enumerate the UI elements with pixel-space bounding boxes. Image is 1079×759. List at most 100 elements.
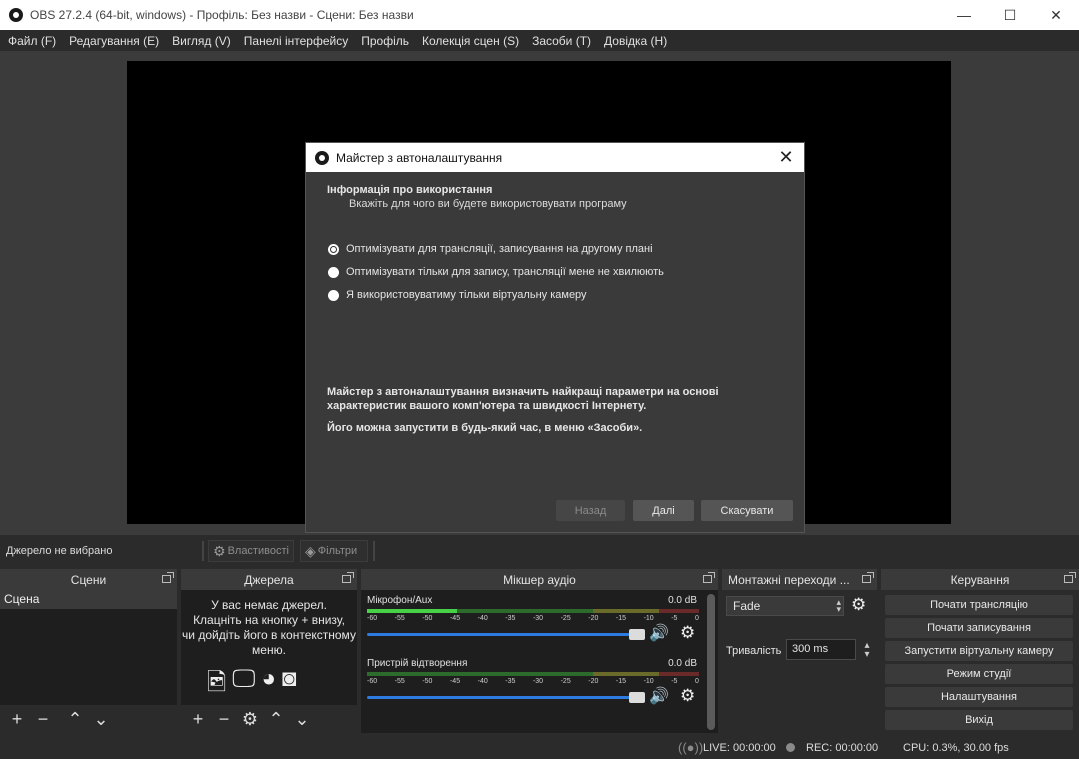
minimize-button[interactable]: —: [941, 0, 987, 30]
tick-label: -15: [615, 615, 627, 622]
meter-ticks: -60 -55 -50 -45 -40 -35 -30 -25 -20 -15 -10 -5 0: [367, 615, 699, 622]
studio-mode-button[interactable]: Режим студії: [885, 664, 1073, 684]
mixer-channel-desktop: Пристрій відтворення 0.0 dB -60 -55 -50 -45…: [365, 658, 701, 718]
obs-logo-icon: [9, 8, 23, 22]
duration-stepper-icon[interactable]: ▴ ▾: [859, 641, 875, 660]
close-button[interactable]: ✕: [1033, 0, 1079, 30]
transitions-body: Fade ▴ ▾ ⚙ Тривалість 300 ms ▴ ▾: [722, 590, 877, 733]
add-icon[interactable]: +: [4, 708, 30, 730]
menu-scene-collection[interactable]: Колекція сцен (S): [416, 34, 526, 48]
channel-name: Пристрій відтворення: [367, 658, 468, 669]
source-toolbar: Джерело не вибрано ⚙ Властивості ◈ Фільт…: [0, 537, 1079, 565]
sources-header: Джерела: [181, 569, 357, 590]
tick-label: -55: [394, 678, 405, 685]
start-virtual-camera-button[interactable]: Запустити віртуальну камеру: [885, 641, 1073, 661]
radio-option-virtualcam[interactable]: Я використовуватиму тільки віртуальну ка…: [328, 289, 587, 301]
tick-label: -55: [394, 615, 405, 622]
dialog-title: Майстер з автоналаштування: [336, 150, 503, 165]
settings-button[interactable]: Налаштування: [885, 687, 1073, 707]
radio-option-stream[interactable]: Оптимізувати для трансляції, записування…: [328, 243, 653, 255]
scenes-list[interactable]: Сцена: [0, 590, 177, 705]
channel-db: 0.0 dB: [668, 658, 697, 669]
properties-button[interactable]: ⚙ Властивості: [208, 540, 294, 562]
filter-icon: ◈: [305, 542, 316, 559]
menu-edit[interactable]: Редагування (E): [63, 34, 166, 48]
scene-item[interactable]: Сцена: [0, 590, 177, 609]
remove-icon[interactable]: −: [211, 708, 237, 730]
transition-select[interactable]: Fade ▴ ▾: [726, 596, 844, 616]
toolbar-separator: [202, 541, 204, 561]
transition-selected: Fade: [733, 599, 761, 613]
back-button[interactable]: Назад: [556, 500, 625, 521]
menu-help[interactable]: Довідка (H): [598, 34, 674, 48]
mixer-scrollbar[interactable]: [707, 594, 715, 730]
slider-handle[interactable]: [629, 629, 645, 640]
gear-icon: ⚙: [213, 542, 226, 559]
gear-icon[interactable]: ⚙: [237, 708, 263, 730]
dialog-close-button[interactable]: ✕: [776, 147, 796, 167]
menu-tools[interactable]: Засоби (T): [526, 34, 598, 48]
speaker-icon[interactable]: 🔊: [649, 686, 669, 706]
tick-label: -35: [505, 678, 516, 685]
tick-label: -50: [422, 615, 433, 622]
radio-checked-icon[interactable]: [328, 243, 339, 255]
tick-label: -25: [560, 615, 571, 622]
controls-header: Керування: [881, 569, 1079, 590]
speaker-icon[interactable]: 🔊: [649, 623, 669, 643]
duration-input[interactable]: 300 ms: [786, 639, 856, 660]
maximize-button[interactable]: ☐: [987, 0, 1033, 30]
window-title: OBS 27.2.4 (64-bit, windows) - Профіль: …: [30, 8, 414, 22]
radio-unchecked-icon[interactable]: [328, 289, 339, 301]
tick-label: 0: [694, 678, 699, 685]
move-down-icon[interactable]: ⌄: [88, 708, 114, 730]
menu-view[interactable]: Вигляд (V): [166, 34, 238, 48]
next-button[interactable]: Далі: [633, 500, 694, 521]
transitions-dock: Монтажні переходи ... Fade ▴ ▾ ⚙ Триваліс…: [722, 569, 877, 733]
slider-handle[interactable]: [629, 692, 645, 703]
radio-option-record[interactable]: Оптимізувати тільки для запису, трансляц…: [328, 266, 664, 278]
menu-file[interactable]: Файл (F): [2, 34, 63, 48]
gear-icon[interactable]: ⚙: [680, 623, 695, 643]
volume-meter: [367, 672, 699, 676]
move-down-icon[interactable]: ⌄: [289, 708, 315, 730]
start-streaming-button[interactable]: Почати трансляцію: [885, 595, 1073, 615]
float-icon[interactable]: [342, 572, 354, 583]
menu-profile[interactable]: Профіль: [355, 34, 416, 48]
float-icon[interactable]: [862, 572, 874, 583]
float-icon[interactable]: [703, 572, 715, 583]
tick-label: -45: [449, 615, 461, 622]
tick-label: -30: [532, 615, 544, 622]
mixer-header: Мікшер аудіо: [361, 569, 718, 590]
start-recording-button[interactable]: Почати записування: [885, 618, 1073, 638]
tick-label: -40: [477, 615, 488, 622]
section-subtitle: Вкажіть для чого ви будете використовува…: [349, 198, 627, 210]
scenes-header: Сцени: [0, 569, 177, 590]
menu-docks[interactable]: Панелі інтерфейсу: [238, 34, 355, 48]
remove-icon[interactable]: −: [30, 708, 56, 730]
cancel-button[interactable]: Скасувати: [701, 500, 793, 521]
tick-label: -5: [671, 615, 678, 622]
float-icon[interactable]: [162, 572, 174, 583]
filters-button[interactable]: ◈ Фільтри: [300, 540, 368, 562]
tick-label: -60: [367, 615, 378, 622]
move-up-icon[interactable]: ⌃: [263, 708, 289, 730]
gear-icon[interactable]: ⚙: [851, 595, 866, 615]
scenes-toolbar: + − ⌃ ⌄: [0, 705, 177, 733]
add-icon[interactable]: +: [185, 708, 211, 730]
exit-button[interactable]: Вихід: [885, 710, 1073, 730]
live-timer: LIVE: 00:00:00: [703, 742, 776, 754]
move-up-icon[interactable]: ⌃: [62, 708, 88, 730]
float-icon[interactable]: [1064, 572, 1076, 583]
monitor-icon: 🖵: [232, 665, 256, 692]
mixer-title: Мікшер аудіо: [503, 572, 576, 587]
radio-unchecked-icon[interactable]: [328, 266, 339, 278]
volume-slider[interactable]: [367, 629, 645, 640]
radio-label: Я використовуватиму тільки віртуальну ка…: [346, 289, 587, 301]
record-dot-icon: [786, 743, 795, 752]
dialog-title-bar: Майстер з автоналаштування ✕: [306, 143, 804, 172]
sources-empty-message: У вас немає джерел. Клацніть на кнопку +…: [182, 598, 356, 657]
gear-icon[interactable]: ⚙: [680, 686, 695, 706]
volume-slider[interactable]: [367, 692, 645, 703]
sources-list[interactable]: У вас немає джерел. Клацніть на кнопку +…: [181, 590, 357, 705]
window-controls: — ☐ ✕: [941, 0, 1079, 30]
